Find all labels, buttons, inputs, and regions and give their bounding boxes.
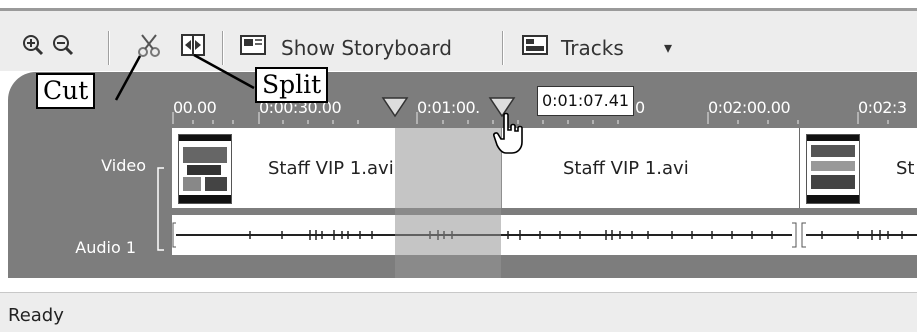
- status-bar: [0, 292, 917, 332]
- status-text: Ready: [8, 305, 64, 326]
- callout-pointers: [114, 53, 255, 101]
